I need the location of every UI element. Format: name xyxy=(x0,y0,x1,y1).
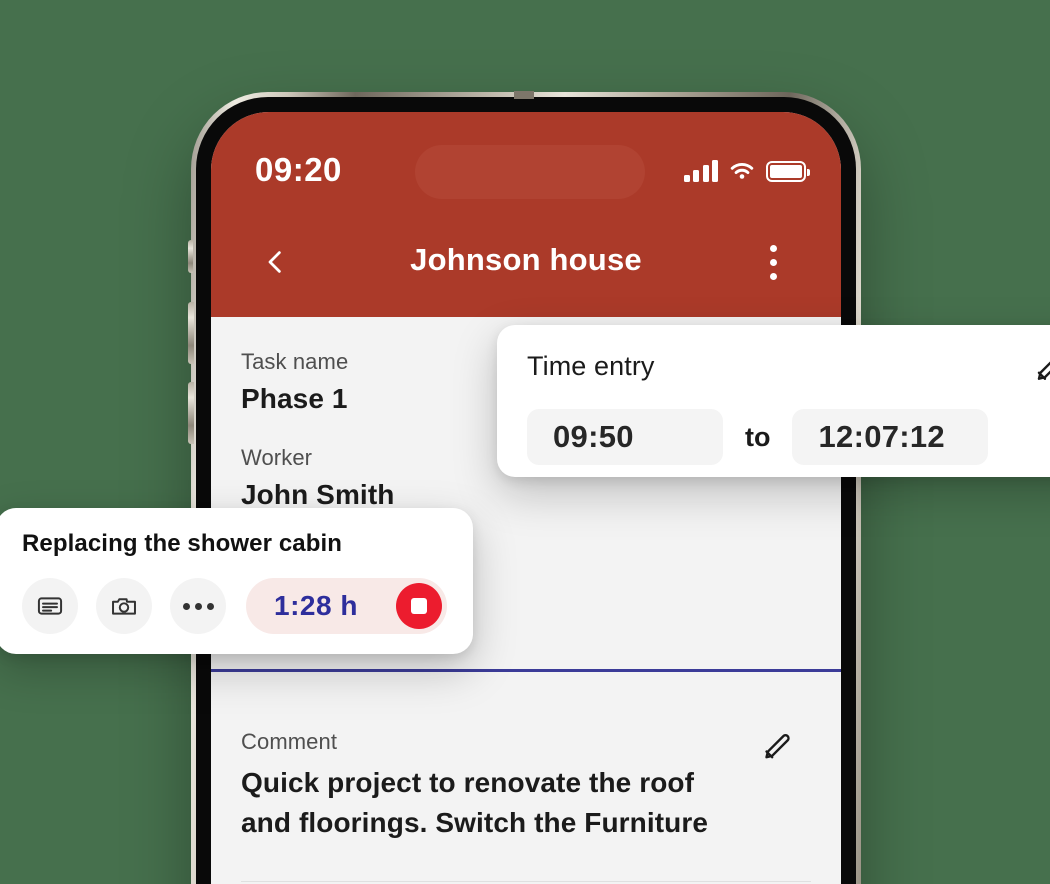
cellular-signal-icon xyxy=(683,160,718,182)
battery-icon xyxy=(766,161,810,182)
mockup-stage: 09:20 Johnson house Task name Phase 1 Wo… xyxy=(0,0,1050,884)
pencil-edit-icon xyxy=(1031,351,1050,387)
comment-value: Quick project to renovate the roof and f… xyxy=(241,767,709,838)
comment-label: Comment xyxy=(241,729,338,754)
time-entry-range: 09:50 to 12:07:12 xyxy=(527,409,1050,465)
camera-icon xyxy=(110,592,138,620)
comment-edit-button[interactable] xyxy=(759,731,793,765)
stop-square-icon xyxy=(411,598,427,614)
nav-bar: Johnson house xyxy=(211,208,841,317)
app-header: 09:20 Johnson house xyxy=(211,112,841,317)
phone-volume-down-button[interactable] xyxy=(188,382,194,444)
time-entry-edit-button[interactable] xyxy=(1031,351,1050,387)
status-bar-time: 09:20 xyxy=(255,151,342,188)
phone-device: 09:20 Johnson house Task name Phase 1 Wo… xyxy=(188,91,864,884)
phone-volume-up-button[interactable] xyxy=(188,302,194,364)
pencil-edit-icon xyxy=(759,731,793,765)
running-timer-underline xyxy=(211,669,841,672)
status-bar-icons xyxy=(683,156,810,182)
more-horizontal-icon xyxy=(182,602,214,610)
status-bar: 09:20 xyxy=(211,112,841,208)
elapsed-time: 1:28 h xyxy=(274,590,358,621)
start-time-field[interactable]: 09:50 xyxy=(527,409,723,465)
page-title: Johnson house xyxy=(410,242,642,277)
note-icon xyxy=(36,592,64,620)
dynamic-island xyxy=(415,145,645,199)
more-options-button[interactable] xyxy=(751,238,795,286)
worker-value: John Smith xyxy=(241,479,395,510)
end-time-field[interactable]: 12:07:12 xyxy=(792,409,989,465)
running-timer-controls: 1:28 h xyxy=(22,578,447,634)
time-entry-card: Time entry 09:50 to 12:07:12 xyxy=(497,325,1050,477)
section-divider xyxy=(241,880,811,882)
note-button[interactable] xyxy=(22,578,78,634)
running-task-title: Replacing the shower cabin xyxy=(22,530,343,557)
camera-button[interactable] xyxy=(96,578,152,634)
more-vertical-icon xyxy=(769,244,777,252)
phone-antenna-line xyxy=(514,91,534,99)
phone-silent-switch[interactable] xyxy=(188,240,193,273)
wifi-icon xyxy=(728,160,756,182)
stop-timer-button[interactable] xyxy=(396,583,442,629)
more-button[interactable] xyxy=(170,578,226,634)
time-range-separator: to xyxy=(745,421,771,452)
comment-field: Comment Quick project to renovate the ro… xyxy=(241,729,811,843)
timer-pill: 1:28 h xyxy=(246,578,447,634)
time-entry-header: Time entry xyxy=(527,351,1050,387)
phone-screen: 09:20 Johnson house Task name Phase 1 Wo… xyxy=(211,112,841,884)
time-entry-title: Time entry xyxy=(527,351,655,381)
running-timer-card: Replacing the shower cabin 1:28 h xyxy=(0,508,473,654)
